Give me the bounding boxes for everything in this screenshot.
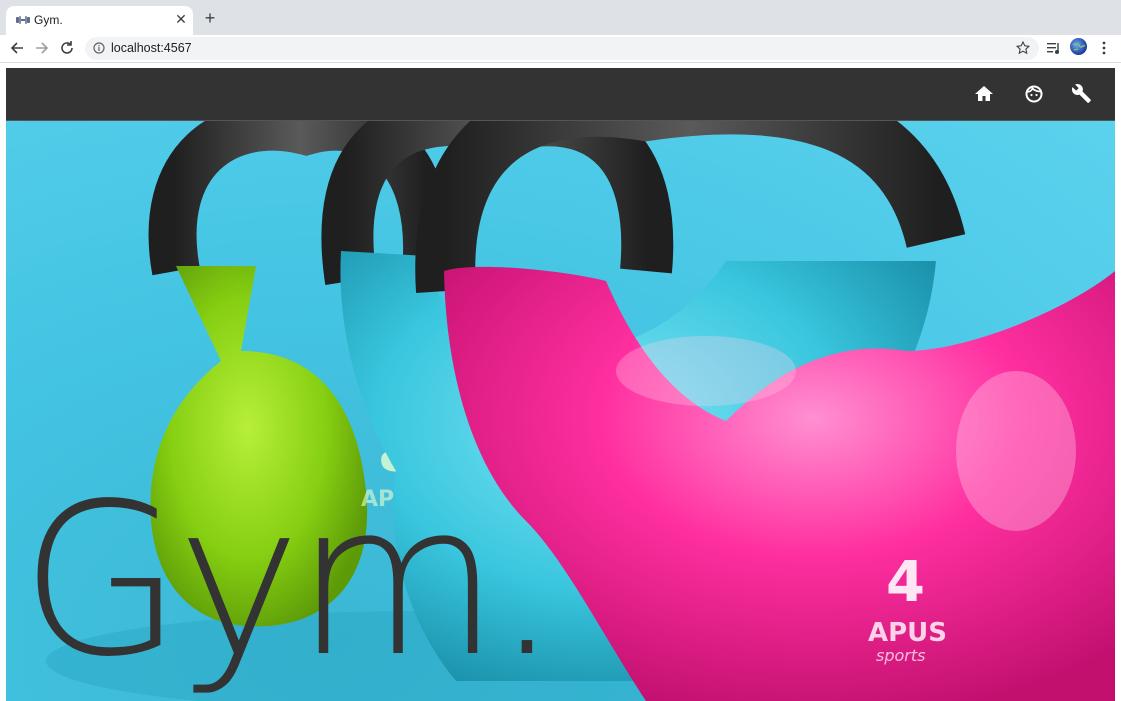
close-icon[interactable]: ✕ [174, 12, 188, 26]
new-tab-button[interactable]: + [202, 9, 218, 27]
bookmark-star-icon[interactable] [1016, 41, 1030, 55]
face-icon[interactable] [1022, 82, 1046, 106]
home-icon[interactable] [972, 82, 996, 106]
wrench-icon[interactable] [1070, 82, 1094, 106]
forward-arrow-icon[interactable] [33, 39, 51, 57]
dumbbell-icon [16, 16, 30, 24]
svg-text:sports: sports [876, 646, 925, 665]
page-viewport: 8 APUS 4 APUS sports Gym. [6, 68, 1115, 701]
media-queue-icon[interactable] [1046, 40, 1062, 56]
hero-title: Gym. [20, 458, 560, 701]
globe-icon [1072, 42, 1086, 51]
tab-title: Gym. [34, 13, 63, 27]
info-icon[interactable] [93, 42, 105, 54]
svg-text:APUS: APUS [868, 618, 947, 648]
site-navbar [6, 68, 1115, 121]
hero-banner: 8 APUS 4 APUS sports Gym. [6, 121, 1115, 701]
browser-tab[interactable]: Gym. ✕ [6, 6, 193, 35]
address-bar[interactable]: localhost:4567 [85, 37, 1039, 60]
url-text[interactable]: localhost:4567 [111, 41, 192, 55]
more-menu-icon[interactable] [1096, 40, 1112, 56]
profile-avatar[interactable] [1070, 38, 1087, 55]
back-arrow-icon[interactable] [8, 39, 26, 57]
browser-toolbar: localhost:4567 [0, 35, 1121, 63]
browser-tabstrip: Gym. ✕ + [0, 0, 1121, 35]
reload-icon[interactable] [58, 39, 76, 57]
svg-text:4: 4 [886, 550, 925, 615]
